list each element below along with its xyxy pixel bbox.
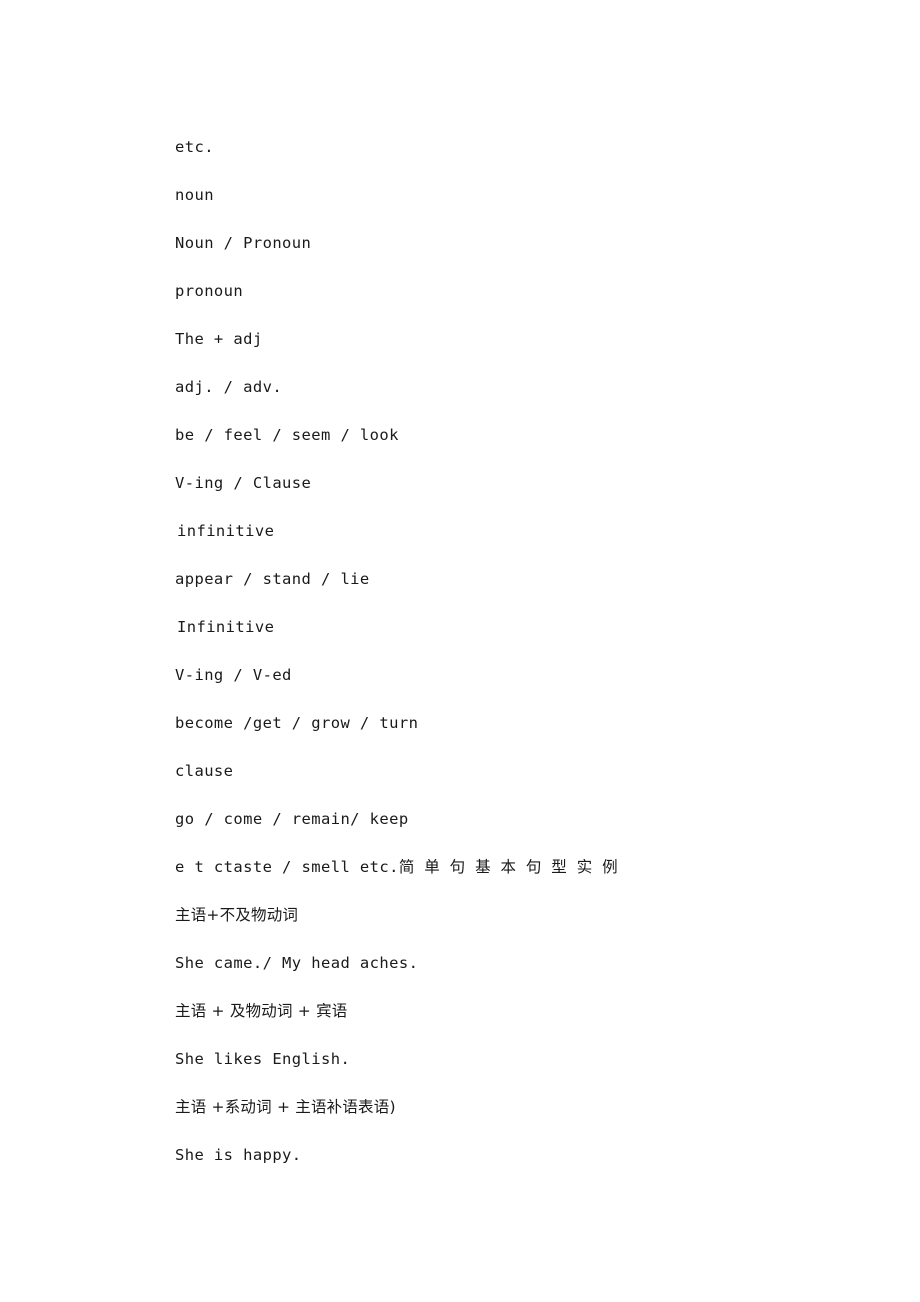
text-line-etc: etc.: [175, 138, 214, 156]
text-line-taste-smell-heading: e t ctaste / smell etc.简单句基本句型实例: [175, 843, 653, 891]
text-line-be-feel-seem-look: be / feel / seem / look: [175, 426, 399, 444]
line16-latin-run: e t ctaste / smell etc.: [175, 858, 399, 876]
text-line-subject-linking-verb-complement: 主语 +系动词 + 主语补语表语): [175, 1098, 396, 1116]
text-line-clause: clause: [175, 762, 234, 780]
text-line-noun-pronoun: Noun / Pronoun: [175, 234, 312, 252]
text-line-go-come-remain-keep: go / come / remain/ keep: [175, 810, 409, 828]
text-line-she-came-my-head-aches: She came./ My head aches.: [175, 954, 419, 972]
text-line-appear-stand-lie: appear / stand / lie: [175, 570, 370, 588]
document-page: etc. noun Noun / Pronoun pronoun The + a…: [0, 0, 920, 1302]
text-line-become-get-grow-turn: become /get / grow / turn: [175, 714, 419, 732]
text-line-subject-intransitive-verb: 主语+不及物动词: [175, 906, 299, 924]
text-line-she-likes-english: She likes English.: [175, 1050, 351, 1068]
text-line-she-is-happy: She is happy.: [175, 1146, 302, 1164]
text-line-subject-transitive-verb-object: 主语 + 及物动词 + 宾语: [175, 1002, 348, 1020]
text-line-pronoun: pronoun: [175, 282, 244, 300]
text-line-adj-adv: adj. / adv.: [175, 378, 283, 396]
text-line-ving-ved: V-ing / V-ed: [175, 666, 292, 684]
text-line-infinitive-upper: Infinitive: [177, 618, 275, 636]
text-line-infinitive-lower: infinitive: [177, 522, 275, 540]
text-line-the-adj: The + adj: [175, 330, 263, 348]
document-text-body: etc. noun Noun / Pronoun pronoun The + a…: [175, 123, 735, 1179]
text-line-noun: noun: [175, 186, 214, 204]
line16-cjk-run: 简单句基本句型实例: [398, 858, 618, 876]
text-line-ving-clause: V-ing / Clause: [175, 474, 312, 492]
